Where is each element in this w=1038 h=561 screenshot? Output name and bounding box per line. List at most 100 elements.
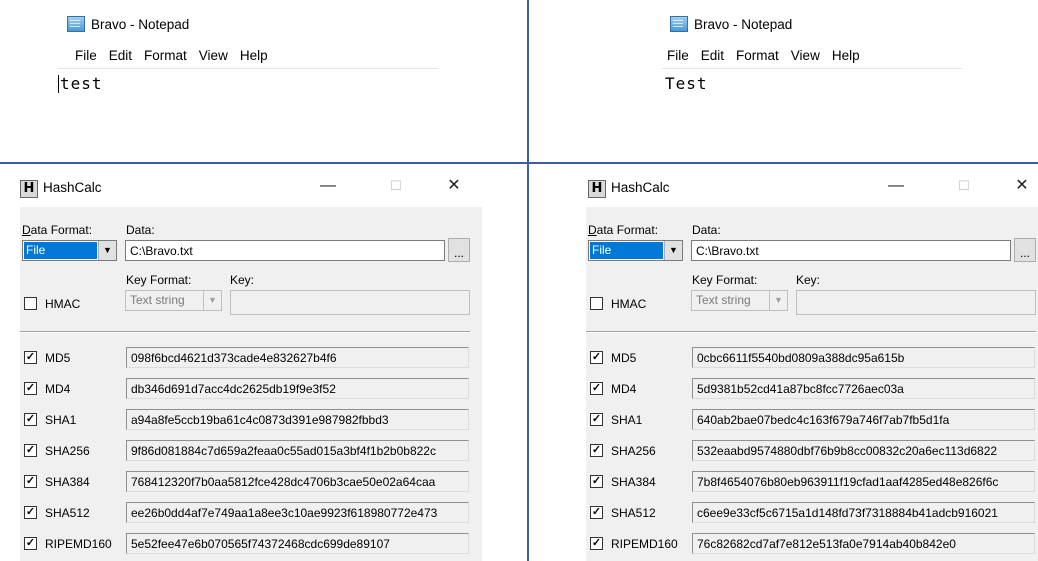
sha256-value[interactable]: 9f86d081884c7d659a2feaa0c55ad015a3bf4f1b… [126, 440, 469, 461]
data-format-label: Data Format: [22, 223, 93, 237]
notepad-editor[interactable]: Test [665, 74, 708, 93]
key-format-label: Key Format: [692, 273, 758, 287]
sha1-value[interactable]: a94a8fe5ccb19ba61c4c0873d391e987982fbbd3 [126, 409, 469, 430]
sha384-label: SHA384 [45, 475, 90, 489]
close-button[interactable]: ✕ [1005, 173, 1038, 199]
hashcalc-titlebar: H HashCalc — ☐ ✕ [0, 163, 518, 201]
sha256-label: SHA256 [45, 444, 90, 458]
sha1-checkbox[interactable]: ✓ [590, 413, 603, 426]
md4-checkbox[interactable]: ✓ [24, 382, 37, 395]
md5-checkbox[interactable]: ✓ [24, 351, 37, 364]
panel-divider-horizontal [0, 162, 1038, 164]
data-format-dropdown[interactable]: File ▼ [22, 240, 117, 261]
notepad-window-left: Bravo - Notepad File Edit Format View Help t… [0, 0, 518, 162]
sha384-checkbox[interactable]: ✓ [24, 475, 37, 488]
maximize-button[interactable]: ☐ [379, 173, 413, 199]
hashcalc-title: HashCalc [611, 180, 670, 195]
right-panel: Bravo - Notepad File Edit Format View Help T… [530, 0, 1038, 561]
notepad-icon [67, 16, 85, 32]
sha384-label: SHA384 [611, 475, 656, 489]
hashcalc-title: HashCalc [43, 180, 102, 195]
sha384-value[interactable]: 7b8f4654076b80eb963911f19cfad1aaf4285ed4… [692, 471, 1035, 492]
menu-file[interactable]: File [667, 48, 689, 63]
hashcalc-logo-icon: H [588, 180, 606, 198]
sha256-checkbox[interactable]: ✓ [24, 444, 37, 457]
hashcalc-logo-icon: H [20, 180, 38, 198]
sha1-checkbox[interactable]: ✓ [24, 413, 37, 426]
key-label: Key: [796, 273, 821, 287]
ripemd160-value[interactable]: 5e52fee47e6b070565f74372468cdc699de89107 [126, 533, 469, 554]
notepad-icon [670, 16, 688, 32]
menu-view[interactable]: View [791, 48, 820, 63]
data-input[interactable]: C:\Bravo.txt [125, 240, 445, 261]
chevron-down-icon: ▼ [98, 241, 116, 260]
data-format-value: File [24, 242, 97, 259]
menu-help[interactable]: Help [832, 48, 860, 63]
key-input[interactable] [796, 290, 1036, 315]
sha512-checkbox[interactable]: ✓ [590, 506, 603, 519]
data-label: Data: [126, 223, 155, 237]
menu-help[interactable]: Help [240, 48, 268, 63]
browse-button[interactable]: ... [448, 238, 470, 262]
hashcalc-body: Data Format: File ▼ Data: C:\Bravo.txt .… [20, 207, 482, 561]
md5-value[interactable]: 098f6bcd4621d373cade4e832627b4f6 [126, 347, 469, 368]
md4-value[interactable]: db346d691d7acc4dc2625db19f9e3f52 [126, 378, 469, 399]
sha256-value[interactable]: 532eaabd9574880dbf76b9b8cc00832c20a6ec11… [692, 440, 1035, 461]
data-input[interactable]: C:\Bravo.txt [691, 240, 1011, 261]
sha512-value[interactable]: ee26b0dd4af7e749aa1a8ee3c10ae9923f618980… [126, 502, 469, 523]
notepad-text: test [60, 74, 103, 93]
data-format-value: File [590, 242, 663, 259]
minimize-button[interactable]: — [879, 173, 913, 199]
sha512-checkbox[interactable]: ✓ [24, 506, 37, 519]
ripemd160-checkbox[interactable]: ✓ [590, 537, 603, 550]
key-format-value: Text string [696, 293, 751, 307]
data-format-dropdown[interactable]: File ▼ [588, 240, 683, 261]
key-label: Key: [230, 273, 255, 287]
key-input[interactable] [230, 290, 470, 315]
menu-edit[interactable]: Edit [109, 48, 132, 63]
md4-label: MD4 [611, 382, 637, 396]
key-format-dropdown[interactable]: Text string ▼ [691, 290, 788, 311]
menu-edit[interactable]: Edit [701, 48, 724, 63]
sha512-value[interactable]: c6ee9e33cf5c6715a1d148fd73f7318884b41adc… [692, 502, 1035, 523]
chevron-down-icon: ▼ [203, 291, 221, 310]
sha384-checkbox[interactable]: ✓ [590, 475, 603, 488]
sha1-label: SHA1 [611, 413, 643, 427]
key-format-dropdown[interactable]: Text string ▼ [125, 290, 222, 311]
notepad-title: Bravo - Notepad [670, 16, 792, 32]
close-button[interactable]: ✕ [437, 173, 471, 199]
menu-file[interactable]: File [75, 48, 97, 63]
hashcalc-window-left: H HashCalc — ☐ ✕ Data Format: File ▼ Dat… [0, 163, 518, 561]
minimize-button[interactable]: — [311, 173, 345, 199]
menu-divider [662, 68, 962, 69]
sha256-checkbox[interactable]: ✓ [590, 444, 603, 457]
md5-value[interactable]: 0cbc6611f5540bd0809a388dc95a615b [692, 347, 1035, 368]
menu-divider [58, 68, 438, 69]
key-format-label: Key Format: [126, 273, 192, 287]
ripemd160-value[interactable]: 76c82682cd7af7e812e513fa0e7914ab40b842e0 [692, 533, 1035, 554]
notepad-title: Bravo - Notepad [67, 16, 189, 32]
browse-button[interactable]: ... [1014, 238, 1036, 262]
menu-format[interactable]: Format [144, 48, 187, 63]
md5-checkbox[interactable]: ✓ [590, 351, 603, 364]
md4-label: MD4 [45, 382, 71, 396]
sha384-value[interactable]: 768412320f7b0aa5812fce428dc4706b3cae50e0… [126, 471, 469, 492]
menu-format[interactable]: Format [736, 48, 779, 63]
hmac-checkbox[interactable] [24, 297, 37, 310]
ripemd160-checkbox[interactable]: ✓ [24, 537, 37, 550]
notepad-editor[interactable]: test [58, 74, 103, 93]
hashcalc-window-right: H HashCalc — ☐ ✕ Data Format: File ▼ Dat… [530, 163, 1038, 561]
hmac-label: HMAC [611, 297, 647, 311]
md4-checkbox[interactable]: ✓ [590, 382, 603, 395]
hmac-checkbox[interactable] [590, 297, 603, 310]
group-divider [20, 331, 470, 333]
md4-value[interactable]: 5d9381b52cd41a87bc8fcc7726aec03a [692, 378, 1035, 399]
sha1-value[interactable]: 640ab2bae07bedc4c163f679a746f7ab7fb5d1fa [692, 409, 1035, 430]
hashcalc-titlebar: H HashCalc — ☐ ✕ [530, 163, 1038, 201]
maximize-button[interactable]: ☐ [947, 173, 981, 199]
menu-view[interactable]: View [199, 48, 228, 63]
key-format-value: Text string [130, 293, 185, 307]
ripemd160-label: RIPEMD160 [45, 537, 112, 551]
notepad-text: Test [665, 74, 708, 93]
hashcalc-body: Data Format: File ▼ Data: C:\Bravo.txt .… [586, 207, 1038, 561]
